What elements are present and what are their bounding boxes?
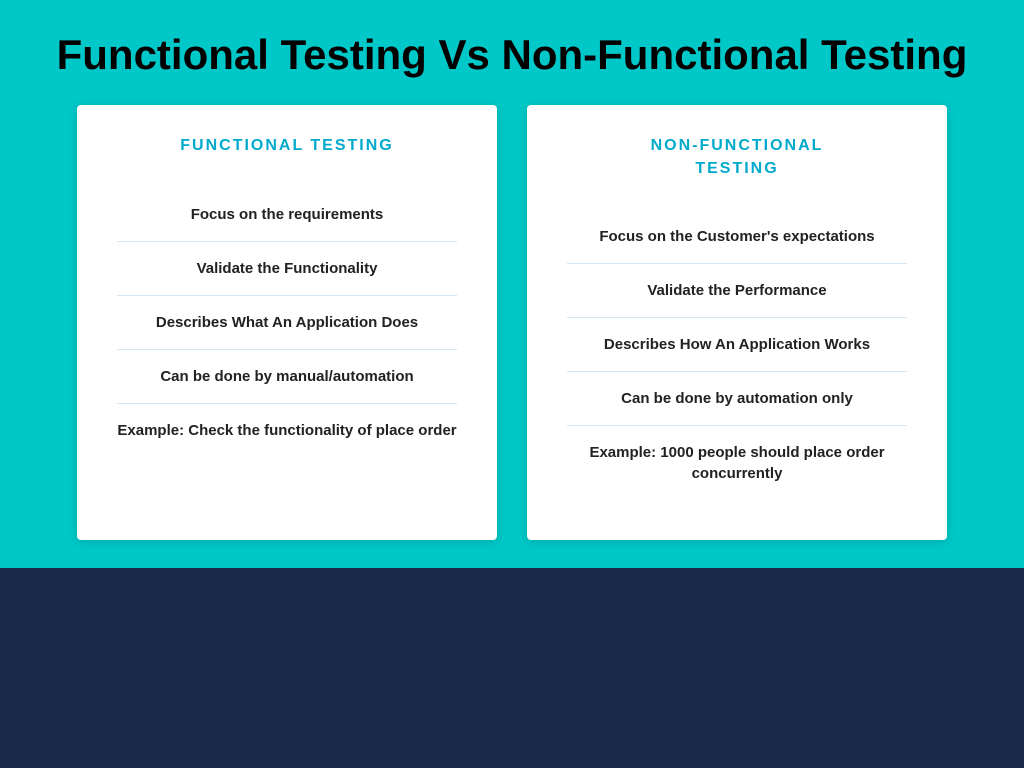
functional-item-4: Can be done by manual/automation xyxy=(117,350,457,404)
non-functional-testing-title: NON-FUNCTIONALTESTING xyxy=(567,135,907,180)
non-functional-item-1: Focus on the Customer's expectations xyxy=(567,210,907,264)
non-functional-testing-card: NON-FUNCTIONALTESTING Focus on the Custo… xyxy=(527,105,947,540)
functional-testing-title: FUNCTIONAL TESTING xyxy=(117,135,457,157)
functional-testing-card: FUNCTIONAL TESTING Focus on the requirem… xyxy=(77,105,497,540)
bottom-dark-section xyxy=(0,568,1024,768)
title-section: Functional Testing Vs Non-Functional Tes… xyxy=(0,0,1024,105)
non-functional-item-4: Can be done by automation only xyxy=(567,372,907,426)
page-title: Functional Testing Vs Non-Functional Tes… xyxy=(20,30,1004,80)
functional-item-2: Validate the Functionality xyxy=(117,242,457,296)
cards-container: FUNCTIONAL TESTING Focus on the requirem… xyxy=(0,105,1024,540)
main-background: Functional Testing Vs Non-Functional Tes… xyxy=(0,0,1024,768)
functional-item-3: Describes What An Application Does xyxy=(117,296,457,350)
non-functional-item-2: Validate the Performance xyxy=(567,264,907,318)
functional-item-5: Example: Check the functionality of plac… xyxy=(117,404,457,457)
functional-item-1: Focus on the requirements xyxy=(117,188,457,242)
non-functional-item-3: Describes How An Application Works xyxy=(567,318,907,372)
non-functional-item-5: Example: 1000 people should place order … xyxy=(567,426,907,500)
